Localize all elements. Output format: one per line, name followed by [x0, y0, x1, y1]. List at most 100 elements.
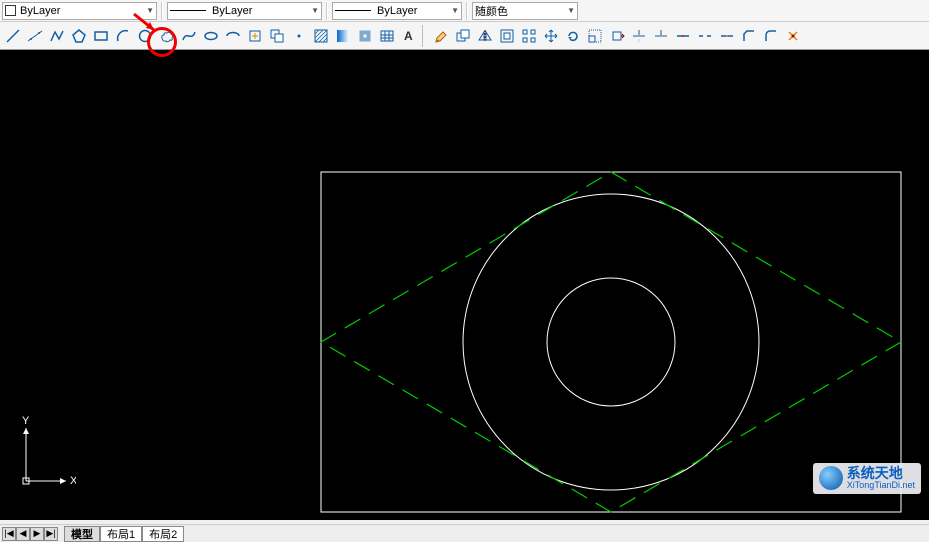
chamfer-icon [741, 28, 757, 44]
chevron-down-icon: ▼ [146, 6, 154, 15]
explode-icon [785, 28, 801, 44]
drawn-circle [547, 278, 675, 406]
drawing-canvas[interactable]: X Y 系统天地 XiTongTianDi.net [0, 50, 929, 520]
array-icon [521, 28, 537, 44]
watermark: 系统天地 XiTongTianDi.net [813, 463, 921, 494]
copy-icon [455, 28, 471, 44]
mirror-button[interactable] [474, 25, 496, 47]
ellipse-button[interactable] [200, 25, 222, 47]
globe-icon [819, 466, 843, 490]
construction-line-button[interactable] [24, 25, 46, 47]
array-button[interactable] [518, 25, 540, 47]
ellipse-arc-button[interactable] [222, 25, 244, 47]
layer-value: ByLayer [20, 5, 60, 17]
tab-nav-prev[interactable]: ◀ [16, 527, 30, 541]
svg-text:A: A [404, 29, 413, 43]
chevron-down-icon: ▼ [567, 6, 575, 15]
erase-icon [433, 28, 449, 44]
extend-button[interactable] [650, 25, 672, 47]
drawn-rectangle [321, 172, 901, 512]
hatch-button[interactable] [310, 25, 332, 47]
color-value: 随颜色 [475, 3, 508, 19]
table-icon [379, 28, 395, 44]
mirror-icon [477, 28, 493, 44]
insert-block-button[interactable] [244, 25, 266, 47]
ucs-y-label: Y [22, 416, 30, 427]
spline-button[interactable] [178, 25, 200, 47]
layer-dropdown[interactable]: ByLayer ▼ [2, 2, 157, 20]
point-button[interactable] [288, 25, 310, 47]
fillet-button[interactable] [760, 25, 782, 47]
ucs-icon: X Y [16, 416, 76, 496]
toolbar-separator [422, 25, 428, 47]
rectangle-icon [93, 28, 109, 44]
mtext-icon: A [401, 28, 417, 44]
make-block-icon [269, 28, 285, 44]
lineweight-dropdown[interactable]: ByLayer ▼ [332, 2, 462, 20]
copy-button[interactable] [452, 25, 474, 47]
arc-icon [115, 28, 131, 44]
arc-button[interactable] [112, 25, 134, 47]
join-button[interactable] [716, 25, 738, 47]
extend-icon [653, 28, 669, 44]
layout-tab[interactable]: 布局1 [100, 526, 142, 542]
circle-icon [137, 28, 153, 44]
offset-button[interactable] [496, 25, 518, 47]
scale-icon [587, 28, 603, 44]
drawing-svg [0, 50, 929, 520]
erase-button[interactable] [430, 25, 452, 47]
chevron-down-icon: ▼ [311, 6, 319, 15]
region-button[interactable] [354, 25, 376, 47]
revision-cloud-icon [159, 28, 175, 44]
break-icon [697, 28, 713, 44]
layout-tab[interactable]: 模型 [64, 526, 100, 542]
break-button[interactable] [694, 25, 716, 47]
stretch-button[interactable] [606, 25, 628, 47]
ellipse-arc-icon [225, 28, 241, 44]
tab-nav-last[interactable]: ▶| [44, 527, 58, 541]
table-button[interactable] [376, 25, 398, 47]
lineweight-value: ByLayer [377, 5, 417, 17]
separator [161, 2, 163, 20]
fillet-icon [763, 28, 779, 44]
ellipse-icon [203, 28, 219, 44]
main-toolbar: A [0, 22, 929, 50]
layout-tab[interactable]: 布局2 [142, 526, 184, 542]
polygon-icon [71, 28, 87, 44]
scale-button[interactable] [584, 25, 606, 47]
explode-button[interactable] [782, 25, 804, 47]
separator [466, 2, 468, 20]
region-icon [357, 28, 373, 44]
tab-nav-next[interactable]: ▶ [30, 527, 44, 541]
linetype-preview-icon [170, 10, 206, 11]
polyline-button[interactable] [46, 25, 68, 47]
circle-button[interactable] [134, 25, 156, 47]
separator [326, 2, 328, 20]
offset-icon [499, 28, 515, 44]
gradient-icon [335, 28, 351, 44]
chamfer-button[interactable] [738, 25, 760, 47]
make-block-button[interactable] [266, 25, 288, 47]
mtext-button[interactable]: A [398, 25, 420, 47]
gradient-button[interactable] [332, 25, 354, 47]
stretch-icon [609, 28, 625, 44]
linetype-dropdown[interactable]: ByLayer ▼ [167, 2, 322, 20]
ucs-x-label: X [70, 475, 76, 487]
watermark-title: 系统天地 [847, 466, 915, 481]
trim-button[interactable] [628, 25, 650, 47]
layout-tabs-bar: |◀ ◀ ▶ ▶| 模型布局1布局2 [0, 524, 929, 542]
lineweight-preview-icon [335, 10, 371, 11]
break-at-point-button[interactable] [672, 25, 694, 47]
join-icon [719, 28, 735, 44]
linetype-value: ByLayer [212, 5, 252, 17]
rotate-button[interactable] [562, 25, 584, 47]
rectangle-button[interactable] [90, 25, 112, 47]
polygon-button[interactable] [68, 25, 90, 47]
tab-nav-first[interactable]: |◀ [2, 527, 16, 541]
move-button[interactable] [540, 25, 562, 47]
point-icon [291, 28, 307, 44]
line-button[interactable] [2, 25, 24, 47]
color-dropdown[interactable]: 随颜色 ▼ [472, 2, 578, 20]
drawn-diamond [321, 172, 901, 512]
revision-cloud-button[interactable] [156, 25, 178, 47]
